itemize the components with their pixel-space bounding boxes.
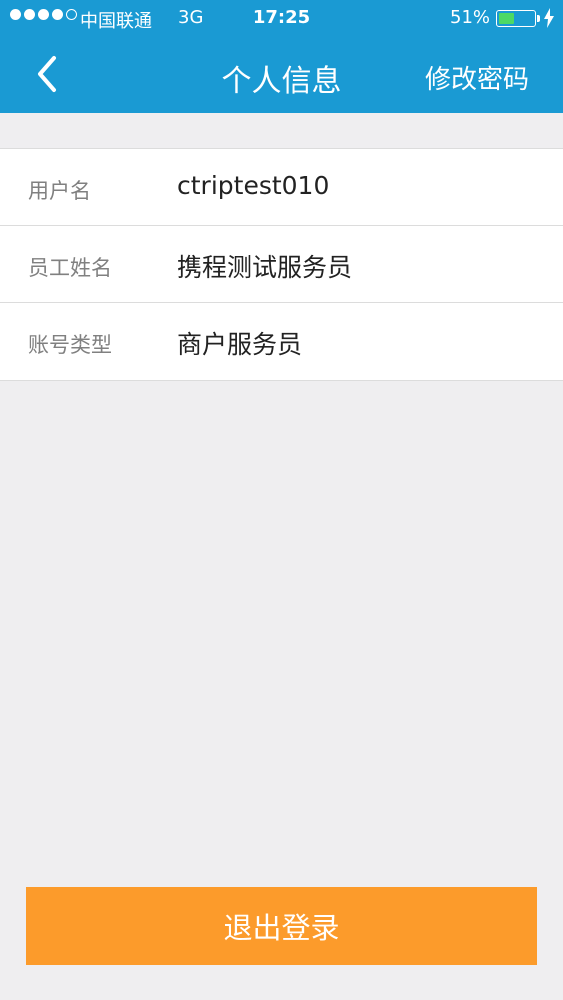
battery-icon <box>496 10 536 27</box>
info-row-account-type: 账号类型 商户服务员 <box>0 303 563 380</box>
change-password-button[interactable]: 修改密码 <box>425 59 529 96</box>
username-value: ctriptest010 <box>177 171 330 200</box>
charging-bolt-icon <box>544 8 554 28</box>
username-label: 用户名 <box>28 179 91 203</box>
employee-name-label: 员工姓名 <box>28 256 112 280</box>
battery-percent: 51% <box>450 7 491 28</box>
status-bar: 中国联通 3G 17:25 51% <box>0 0 563 36</box>
account-type-label: 账号类型 <box>28 333 112 357</box>
account-type-value: 商户服务员 <box>177 330 303 359</box>
header: 中国联通 3G 17:25 51% 个人信息 修改密码 <box>0 0 563 113</box>
info-list: 用户名 ctriptest010 员工姓名 携程测试服务员 账号类型 商户服务员 <box>0 148 563 381</box>
logout-button[interactable]: 退出登录 <box>26 887 537 965</box>
nav-bar: 个人信息 修改密码 <box>0 36 563 113</box>
battery-tip <box>537 15 540 22</box>
info-row-employee-name: 员工姓名 携程测试服务员 <box>0 226 563 303</box>
employee-name-value: 携程测试服务员 <box>177 253 353 282</box>
info-row-username: 用户名 ctriptest010 <box>0 149 563 226</box>
